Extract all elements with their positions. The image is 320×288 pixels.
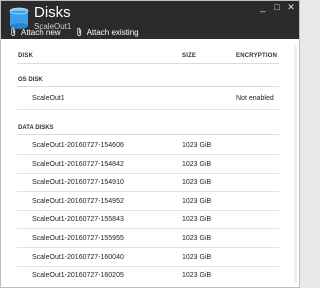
table-row[interactable]: ScaleOut1-20160727-155843 1023 GiB	[17, 211, 279, 230]
toolbar: Attach new Attach existing	[1, 25, 299, 39]
attach-existing-label: Attach existing	[86, 27, 139, 37]
table-row[interactable]: ScaleOut1-20160727-160040 1023 GiB	[17, 249, 279, 267]
table-row[interactable]: ScaleOut1-20160727-154952 1023 GiB	[17, 193, 279, 211]
row-divider	[17, 109, 279, 110]
table-row[interactable]: ScaleOut1-20160727-154842 1023 GiB	[17, 156, 279, 174]
disk-name: ScaleOut1-20160727-154606	[32, 142, 124, 149]
disk-name: ScaleOut1-20160727-154910	[32, 179, 124, 187]
disk-name: ScaleOut1-20160727-155955	[32, 235, 124, 242]
disk-size: 1023 GiB	[182, 272, 212, 280]
table-row[interactable]: ScaleOut1 Not enabled	[17, 89, 279, 110]
disk-encryption: Not enabled	[236, 95, 274, 102]
disk-size: 1023 GiB	[182, 216, 212, 224]
disk-size: 1023 GiB	[182, 142, 212, 149]
disk-name: ScaleOut1	[32, 95, 65, 102]
disk-name: ScaleOut1-20160727-160040	[32, 253, 124, 261]
disk-size: 1023 GiB	[182, 253, 212, 261]
section-divider	[17, 134, 279, 135]
attach-existing-button[interactable]: Attach existing	[75, 27, 139, 37]
header-divider	[17, 63, 279, 64]
minimize-button[interactable]: _	[259, 3, 267, 12]
window-controls: _ □ ✕	[259, 3, 295, 12]
attach-new-button[interactable]: Attach new	[9, 27, 61, 37]
os-disk-section-label: OS DISK	[18, 77, 43, 83]
table-row[interactable]: ScaleOut1-20160727-154606 1023 GiB	[17, 137, 279, 155]
column-header-disk[interactable]: DISK	[18, 53, 33, 59]
blade-header: Disks ScaleOut1 _ □ ✕ Attach new Attach …	[1, 1, 299, 39]
column-header-size[interactable]: SIZE	[182, 53, 196, 59]
blade-title: Disks	[34, 4, 71, 21]
paperclip-icon	[76, 27, 81, 36]
disk-name: ScaleOut1-20160727-154952	[32, 197, 124, 205]
table-row[interactable]: ScaleOut1-20160727-154910 1023 GiB	[17, 174, 279, 193]
paperclip-icon	[11, 27, 16, 36]
disk-size: 1023 GiB	[182, 197, 212, 205]
close-button[interactable]: ✕	[287, 3, 295, 12]
column-header-encryption[interactable]: ENCRYPTION	[236, 53, 277, 59]
section-divider	[17, 86, 279, 87]
disk-size: 1023 GiB	[182, 235, 212, 242]
disk-size: 1023 GiB	[182, 179, 212, 187]
table-row[interactable]: ScaleOut1-20160727-160205 1023 GiB	[17, 267, 279, 285]
disk-name: ScaleOut1-20160727-154842	[32, 160, 124, 168]
disk-name: ScaleOut1-20160727-155843	[32, 216, 124, 224]
maximize-button[interactable]: □	[273, 3, 281, 12]
table-row[interactable]: ScaleOut1-20160727-155955 1023 GiB	[17, 230, 279, 248]
vertical-scrollbar[interactable]	[294, 45, 297, 283]
disks-blade: Disks ScaleOut1 _ □ ✕ Attach new Attach …	[0, 0, 300, 288]
data-disks-section-label: DATA DISKS	[18, 125, 54, 131]
disk-name: ScaleOut1-20160727-160205	[32, 272, 124, 280]
disk-size: 1023 GiB	[182, 160, 212, 168]
attach-new-label: Attach new	[21, 27, 61, 37]
